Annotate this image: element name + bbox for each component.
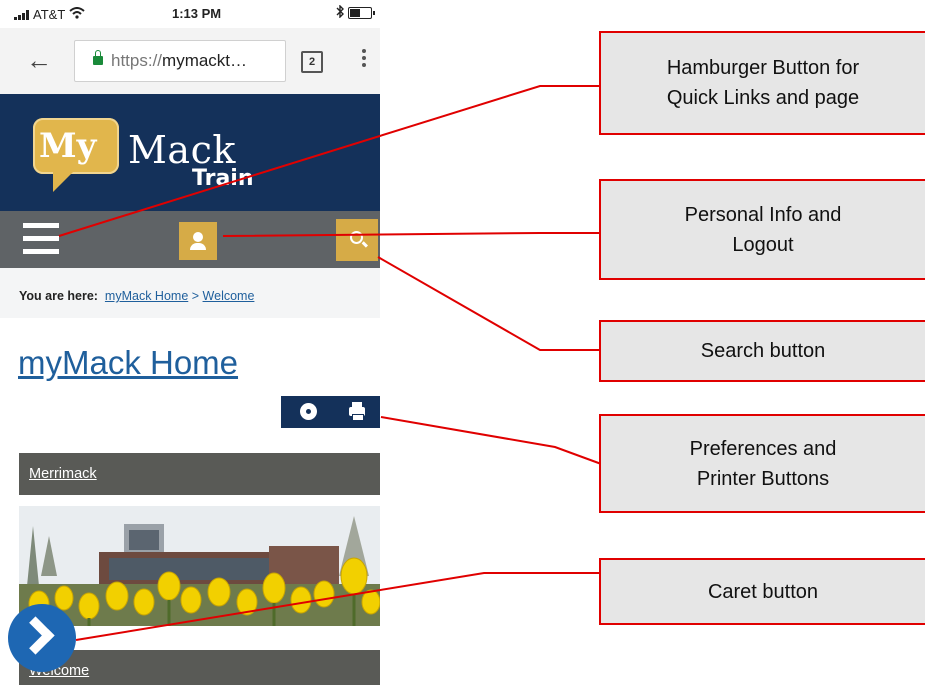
carrier-name: AT&T	[33, 7, 66, 22]
url-host: mymackt…	[162, 51, 248, 70]
page-tools-bar	[281, 396, 380, 428]
campus-tulips-photo	[19, 506, 380, 626]
preferences-button[interactable]	[289, 396, 329, 428]
page-title[interactable]: myMack Home	[18, 344, 238, 382]
breadcrumb-home-link[interactable]: myMack Home	[105, 289, 188, 303]
callout-hamburger: Hamburger Button for Quick Links and page	[599, 31, 925, 135]
search-button[interactable]	[336, 219, 378, 261]
breadcrumb-label: You are here:	[19, 289, 98, 303]
status-right	[336, 4, 375, 21]
callout-prefs-line2: Printer Buttons	[696, 467, 830, 490]
status-time: 1:13 PM	[172, 6, 222, 21]
callout-caret-line1: Caret button	[707, 580, 819, 603]
callout-hamburger-line1: Hamburger Button for	[666, 57, 860, 79]
breadcrumb-current-link[interactable]: Welcome	[203, 289, 255, 303]
callout-hamburger-line2: Quick Links and page	[666, 87, 860, 109]
bluetooth-icon	[336, 4, 344, 21]
battery-icon	[348, 7, 375, 19]
callout-search: Search button	[599, 320, 925, 382]
printer-button[interactable]	[336, 396, 376, 428]
callout-caret: Caret button	[599, 558, 925, 625]
callout-preferences-printer: Preferences and Printer Buttons	[599, 414, 925, 513]
search-icon	[350, 231, 363, 244]
callout-prefs-line1: Preferences and	[689, 437, 837, 460]
callout-personal-line2: Logout	[732, 233, 794, 256]
phone-screenshot: AT&T 1:13 PM ← https://mymackt… 2 My Mac…	[0, 0, 380, 685]
lock-icon	[93, 50, 103, 65]
logo-speech-bubble: My	[33, 118, 119, 192]
leader-prefs	[380, 416, 605, 466]
site-nav-bar	[0, 211, 380, 268]
address-bar[interactable]: https://mymackt…	[74, 40, 286, 82]
section-link-merrimack[interactable]: Merrimack	[29, 466, 97, 482]
url-scheme: https://	[111, 51, 163, 70]
printer-icon	[349, 402, 365, 421]
status-bar: AT&T 1:13 PM	[0, 0, 380, 28]
browser-toolbar: ← https://mymackt… 2	[0, 28, 380, 94]
tab-switcher-button[interactable]: 2	[301, 51, 323, 73]
person-icon	[190, 232, 206, 250]
callout-personal-info: Personal Info and Logout	[599, 179, 925, 280]
breadcrumb: You are here: myMack Home > Welcome	[0, 268, 380, 318]
section-header-merrimack: Merrimack	[19, 453, 380, 495]
chevron-right-icon	[16, 616, 55, 655]
site-header: My Mack Train	[0, 94, 380, 211]
callout-personal-line1: Personal Info and	[684, 203, 842, 226]
signal-icon	[14, 9, 29, 20]
logo-my-text: My	[39, 126, 97, 166]
callout-search-line1: Search button	[700, 340, 826, 362]
hamburger-icon[interactable]	[23, 223, 59, 255]
carrier-info: AT&T	[14, 7, 85, 22]
personal-info-button[interactable]	[179, 222, 217, 260]
section-header-welcome: Welcome	[19, 650, 380, 685]
gear-icon	[302, 405, 315, 418]
logo-train-text: Train	[192, 166, 254, 191]
more-options-icon[interactable]	[362, 49, 366, 70]
caret-button[interactable]	[8, 604, 76, 672]
breadcrumb-separator: >	[191, 289, 200, 303]
back-arrow-icon[interactable]: ←	[26, 47, 52, 73]
leader-search	[377, 256, 599, 351]
wifi-icon	[69, 7, 85, 22]
url-text: https://mymackt…	[111, 51, 247, 71]
